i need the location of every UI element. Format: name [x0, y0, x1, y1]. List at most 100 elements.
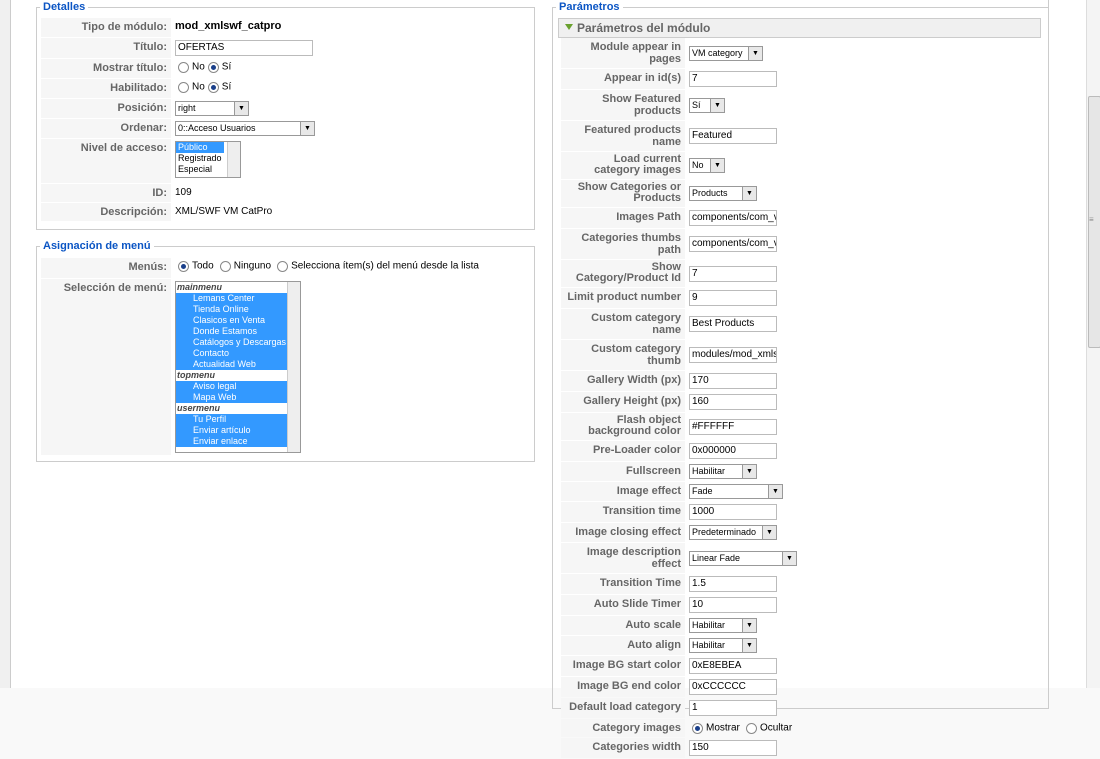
selecciona-radio[interactable]: [277, 260, 289, 272]
ninguno-radio[interactable]: [219, 260, 231, 272]
param-text-input[interactable]: 7: [689, 265, 777, 282]
param-select[interactable]: Fade ▼: [689, 484, 783, 499]
param-text-input[interactable]: 9: [689, 290, 777, 306]
param-text-input[interactable]: 0xE8EBEA: [689, 658, 777, 674]
param-text-input[interactable]: 1: [689, 700, 777, 716]
nivel-acceso-listbox[interactable]: Público Registrado Especial: [175, 141, 241, 178]
seleccion-menu-listbox[interactable]: mainmenu Lemans Center Tienda Online Cla…: [175, 281, 301, 453]
detalles-legend: Detalles: [40, 1, 89, 13]
param-label: Module appear in pages: [561, 38, 685, 68]
param-row: Image closing effect Predeterminado ▼: [561, 523, 1042, 542]
asignacion-form: Menús: Todo Ninguno Selecciona ítem(s) d…: [40, 257, 537, 456]
param-text-input[interactable]: components/com_vir: [689, 236, 777, 252]
chevron-down-icon: ▼: [742, 465, 756, 478]
param-select[interactable]: Habilitar ▼: [689, 464, 757, 479]
param-text-input[interactable]: 10: [689, 597, 777, 613]
param-label: Image BG end color: [561, 677, 685, 697]
param-label: Gallery Height (px): [561, 392, 685, 412]
menu-item[interactable]: Actualidad Web: [176, 359, 300, 370]
param-text-input[interactable]: 7: [689, 71, 777, 87]
param-select[interactable]: Sí ▼: [689, 97, 725, 113]
habilitado-si-radio[interactable]: [207, 81, 219, 93]
menu-item[interactable]: Catálogos y Descargas: [176, 337, 300, 348]
param-label: Custom category name: [561, 309, 685, 339]
listbox-scrollbar[interactable]: [287, 282, 300, 452]
triangle-down-icon: [565, 24, 573, 30]
param-select[interactable]: Habilitar ▼: [689, 638, 757, 653]
titulo-input[interactable]: OFERTAS: [175, 40, 313, 56]
param-select[interactable]: Habilitar ▼: [689, 618, 757, 633]
param-select-value: Habilitar: [692, 466, 726, 476]
param-label: Pre-Loader color: [561, 441, 685, 461]
habilitado-no-radio[interactable]: [178, 81, 189, 93]
param-select[interactable]: Linear Fade ▼: [689, 550, 797, 566]
param-label: Auto align: [561, 636, 685, 655]
nivel-option-publico[interactable]: Público: [176, 142, 224, 153]
menu-item[interactable]: Enviar artículo: [176, 425, 300, 436]
param-label: Images Path: [561, 208, 685, 228]
param-label: Featured products name: [561, 121, 685, 151]
ninguno-label: Ninguno: [233, 260, 272, 272]
param-select[interactable]: VM category ▼: [689, 45, 763, 61]
menu-item[interactable]: Clasicos en Venta: [176, 315, 300, 326]
param-row: Flash object background color #FFFFFF: [561, 413, 1042, 440]
param-row: Auto Slide Timer 10: [561, 595, 1042, 615]
listbox-scrollbar[interactable]: [227, 142, 240, 177]
page-scrollbar[interactable]: ≡: [1086, 0, 1100, 688]
menu-item[interactable]: Donde Estamos: [176, 326, 300, 337]
todo-radio[interactable]: [178, 260, 189, 272]
param-text-input[interactable]: 170: [689, 373, 777, 389]
ordenar-select[interactable]: 0::Acceso Usuarios ▼: [175, 121, 315, 136]
param-label: Image closing effect: [561, 523, 685, 542]
param-text-input[interactable]: 1.5: [689, 576, 777, 592]
param-row: Image effect Fade ▼: [561, 482, 1042, 501]
param-select[interactable]: No ▼: [689, 158, 725, 173]
param-text-input[interactable]: 0xCCCCCC: [689, 679, 777, 695]
param-row: Pre-Loader color 0x000000: [561, 441, 1042, 461]
param-select-value: Predeterminado: [692, 527, 757, 537]
param-text-input[interactable]: 160: [689, 394, 777, 410]
mostrar-si-radio[interactable]: [207, 61, 219, 73]
param-radio-show[interactable]: [692, 722, 703, 734]
param-text-input[interactable]: 150: [689, 740, 777, 756]
habilitado-label: Habilitado:: [41, 79, 171, 98]
param-text-input[interactable]: modules/mod_xmlsw: [689, 347, 777, 363]
param-row: Categories width 150: [561, 738, 1042, 758]
param-label: Image BG start color: [561, 656, 685, 676]
mostrar-no-radio[interactable]: [178, 61, 189, 73]
param-select[interactable]: Products ▼: [689, 186, 757, 201]
param-text-input[interactable]: 0x000000: [689, 443, 777, 459]
menu-item[interactable]: Aviso legal: [176, 381, 300, 392]
menu-item[interactable]: Mapa Web: [176, 392, 300, 403]
param-select-value: Products: [692, 188, 728, 198]
param-select[interactable]: Predeterminado ▼: [689, 525, 777, 540]
chevron-down-icon: ▼: [762, 526, 776, 539]
scrollbar-grip-icon: ≡: [1089, 215, 1094, 224]
param-text-input[interactable]: #FFFFFF: [689, 418, 777, 435]
param-row: Image description effect Linear Fade ▼: [561, 543, 1042, 573]
mostrar-titulo-label: Mostrar título:: [41, 59, 171, 78]
menu-item[interactable]: Enviar enlace: [176, 436, 300, 447]
page: Detalles Tipo de módulo: mod_xmlswf_catpr…: [0, 0, 1100, 758]
param-row: Featured products name Featured: [561, 121, 1042, 151]
param-label: Show Featured products: [561, 90, 685, 120]
menu-item[interactable]: Tu Perfil: [176, 414, 300, 425]
param-radio-hide[interactable]: [745, 722, 757, 734]
tipo-label: Tipo de módulo:: [41, 18, 171, 37]
param-text-input[interactable]: Best Products: [689, 316, 777, 332]
menu-item[interactable]: Tienda Online: [176, 304, 300, 315]
left-edge: [0, 0, 11, 688]
posicion-label: Posición:: [41, 99, 171, 118]
param-select-value: No: [692, 160, 704, 170]
param-text-input[interactable]: Featured: [689, 128, 777, 144]
param-label: Gallery Width (px): [561, 371, 685, 391]
posicion-select[interactable]: right ▼: [175, 101, 249, 116]
param-label: Image description effect: [561, 543, 685, 573]
param-radio-hide-label: Ocultar: [759, 722, 793, 734]
param-row: Show Category/Product Id 7: [561, 260, 1042, 287]
menu-item[interactable]: Lemans Center: [176, 293, 300, 304]
parametros-panel-header[interactable]: Parámetros del módulo: [558, 18, 1041, 38]
menu-item[interactable]: Contacto: [176, 348, 300, 359]
param-text-input[interactable]: 1000: [689, 504, 777, 520]
param-text-input[interactable]: components/com_vir: [689, 210, 777, 226]
